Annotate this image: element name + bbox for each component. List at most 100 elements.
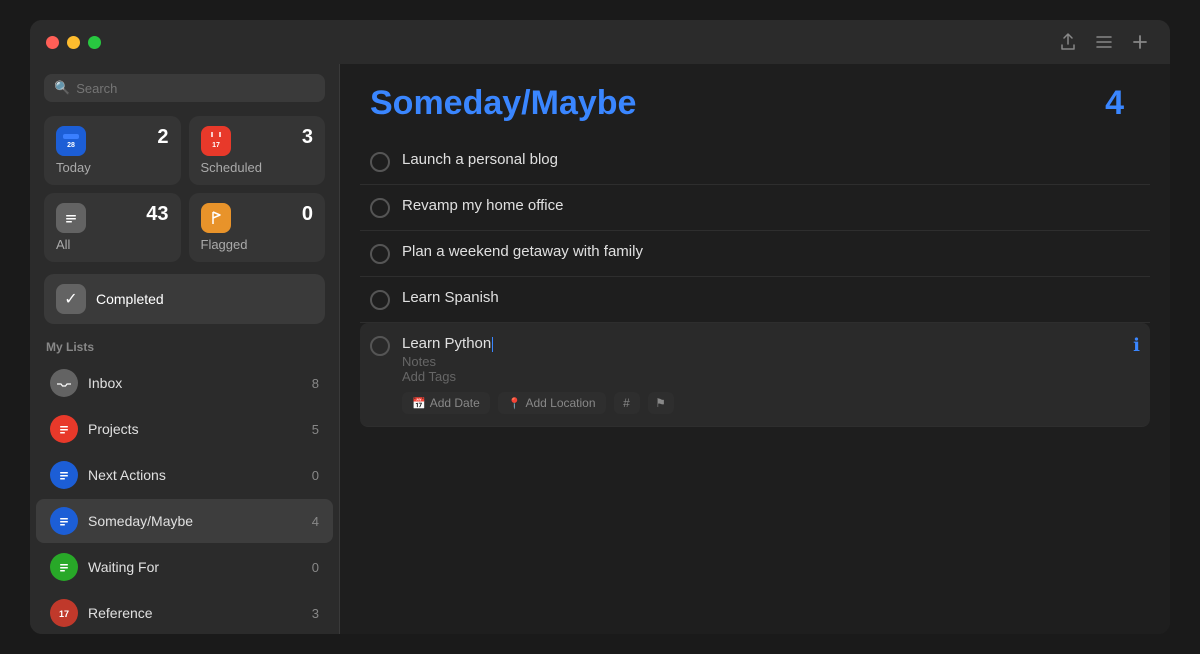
smart-card-flagged[interactable]: 0 Flagged bbox=[189, 193, 326, 262]
main-header: Someday/Maybe 4 bbox=[340, 64, 1170, 139]
scheduled-count: 3 bbox=[302, 126, 313, 149]
search-bar[interactable]: 🔍 bbox=[44, 74, 325, 102]
maximize-button[interactable] bbox=[88, 36, 101, 49]
today-icon: 28 bbox=[56, 126, 86, 156]
task-title-editing[interactable]: Learn Python bbox=[402, 335, 1113, 352]
add-location-label: Add Location bbox=[525, 396, 595, 410]
task-body: Plan a weekend getaway with family bbox=[402, 243, 1140, 260]
svg-text:17: 17 bbox=[59, 609, 69, 619]
calendar-icon: 📅 bbox=[412, 397, 426, 410]
add-date-label: Add Date bbox=[430, 396, 480, 410]
all-icon bbox=[56, 203, 86, 233]
today-count: 2 bbox=[157, 126, 168, 149]
list-view-icon[interactable] bbox=[1094, 32, 1114, 52]
flagged-label: Flagged bbox=[201, 237, 314, 252]
task-title: Learn Spanish bbox=[402, 289, 1140, 306]
inbox-name: Inbox bbox=[88, 375, 302, 391]
task-circle[interactable] bbox=[370, 290, 390, 310]
task-body: Launch a personal blog bbox=[402, 151, 1140, 168]
sidebar-item-reference[interactable]: 17 Reference 3 bbox=[36, 591, 333, 634]
next-actions-name: Next Actions bbox=[88, 467, 302, 483]
main-content: Someday/Maybe 4 Launch a personal blog bbox=[340, 64, 1170, 634]
task-tags[interactable]: Add Tags bbox=[402, 369, 1113, 384]
scheduled-label: Scheduled bbox=[201, 160, 314, 175]
completed-card[interactable]: ✓ Completed bbox=[44, 274, 325, 324]
completed-icon: ✓ bbox=[56, 284, 86, 314]
task-body: Revamp my home office bbox=[402, 197, 1140, 214]
add-icon[interactable] bbox=[1130, 32, 1150, 52]
my-lists-label: My Lists bbox=[30, 340, 339, 354]
svg-text:28: 28 bbox=[67, 142, 75, 149]
share-icon[interactable] bbox=[1058, 32, 1078, 52]
add-date-button[interactable]: 📅 Add Date bbox=[402, 392, 490, 414]
reference-icon: 17 bbox=[50, 599, 78, 627]
task-item[interactable]: Plan a weekend getaway with family bbox=[360, 231, 1150, 277]
inbox-icon bbox=[50, 369, 78, 397]
someday-count: 4 bbox=[312, 514, 319, 529]
content-area: 🔍 28 2 To bbox=[30, 64, 1170, 634]
all-count: 43 bbox=[146, 203, 168, 226]
sidebar-item-next-actions[interactable]: Next Actions 0 bbox=[36, 453, 333, 497]
next-actions-icon bbox=[50, 461, 78, 489]
search-input[interactable] bbox=[76, 81, 315, 96]
someday-icon bbox=[50, 507, 78, 535]
title-bar bbox=[30, 20, 1170, 64]
task-item[interactable]: Learn Spanish bbox=[360, 277, 1150, 323]
completed-label: Completed bbox=[96, 291, 164, 307]
main-header-actions: 4 bbox=[1105, 84, 1140, 123]
task-circle[interactable] bbox=[370, 198, 390, 218]
flagged-count: 0 bbox=[302, 203, 313, 226]
minimize-button[interactable] bbox=[67, 36, 80, 49]
projects-icon bbox=[50, 415, 78, 443]
task-info-button[interactable]: ℹ bbox=[1133, 335, 1140, 356]
tag-button[interactable]: # bbox=[614, 392, 640, 414]
task-circle[interactable] bbox=[370, 152, 390, 172]
task-notes[interactable]: Notes bbox=[402, 354, 1113, 369]
traffic-lights bbox=[46, 36, 101, 49]
task-circle[interactable] bbox=[370, 336, 390, 356]
sidebar-item-waiting[interactable]: Waiting For 0 bbox=[36, 545, 333, 589]
smart-card-today[interactable]: 28 2 Today bbox=[44, 116, 181, 185]
waiting-icon bbox=[50, 553, 78, 581]
task-item[interactable]: Revamp my home office bbox=[360, 185, 1150, 231]
reference-count: 3 bbox=[312, 606, 319, 621]
scheduled-icon: 17 bbox=[201, 126, 231, 156]
task-title: Revamp my home office bbox=[402, 197, 1140, 214]
smart-card-scheduled[interactable]: 17 3 Scheduled bbox=[189, 116, 326, 185]
task-title: Plan a weekend getaway with family bbox=[402, 243, 1140, 260]
task-item[interactable]: Launch a personal blog bbox=[360, 139, 1150, 185]
projects-name: Projects bbox=[88, 421, 302, 437]
task-title: Launch a personal blog bbox=[402, 151, 1140, 168]
inbox-count: 8 bbox=[312, 376, 319, 391]
all-label: All bbox=[56, 237, 169, 252]
location-icon: 📍 bbox=[508, 397, 522, 410]
task-body: Learn Spanish bbox=[402, 289, 1140, 306]
sidebar-item-someday[interactable]: Someday/Maybe 4 bbox=[36, 499, 333, 543]
sidebar-item-inbox[interactable]: Inbox 8 bbox=[36, 361, 333, 405]
task-circle[interactable] bbox=[370, 244, 390, 264]
sidebar-item-projects[interactable]: Projects 5 bbox=[36, 407, 333, 451]
task-actions-row: 📅 Add Date 📍 Add Location # ⚑ bbox=[402, 392, 1113, 414]
flagged-icon bbox=[201, 203, 231, 233]
waiting-name: Waiting For bbox=[88, 559, 302, 575]
flag-button[interactable]: ⚑ bbox=[648, 392, 674, 414]
smart-lists: 28 2 Today 17 bbox=[30, 116, 339, 262]
waiting-count: 0 bbox=[312, 560, 319, 575]
main-title: Someday/Maybe bbox=[370, 84, 636, 123]
close-button[interactable] bbox=[46, 36, 59, 49]
sidebar: 🔍 28 2 To bbox=[30, 64, 340, 634]
task-body: Learn Python Notes Add Tags 📅 Add Date 📍 bbox=[402, 335, 1113, 414]
someday-name: Someday/Maybe bbox=[88, 513, 302, 529]
smart-card-all[interactable]: 43 All bbox=[44, 193, 181, 262]
reference-name: Reference bbox=[88, 605, 302, 621]
next-actions-count: 0 bbox=[312, 468, 319, 483]
main-count: 4 bbox=[1105, 84, 1124, 123]
app-window: 🔍 28 2 To bbox=[30, 20, 1170, 634]
search-icon: 🔍 bbox=[54, 80, 70, 96]
task-item-selected[interactable]: Learn Python Notes Add Tags 📅 Add Date 📍 bbox=[360, 323, 1150, 427]
today-label: Today bbox=[56, 160, 169, 175]
svg-text:17: 17 bbox=[212, 142, 220, 149]
tasks-list: Launch a personal blog Revamp my home of… bbox=[340, 139, 1170, 634]
add-location-button[interactable]: 📍 Add Location bbox=[498, 392, 606, 414]
projects-count: 5 bbox=[312, 422, 319, 437]
